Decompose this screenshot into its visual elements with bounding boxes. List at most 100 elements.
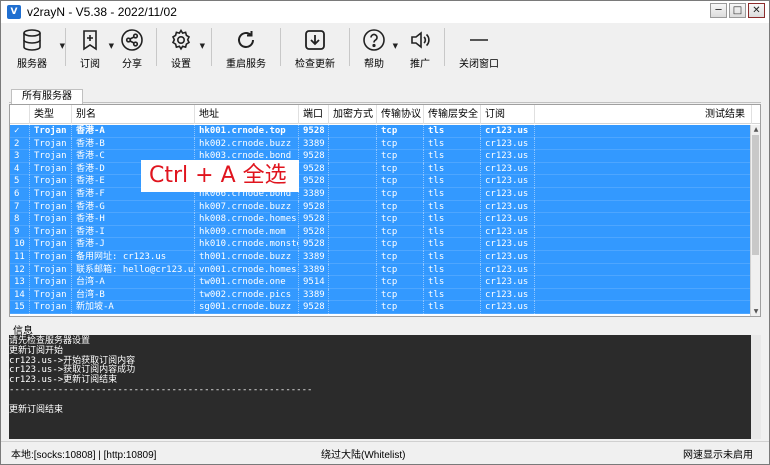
tab-all-servers[interactable]: 所有服务器 (11, 89, 83, 104)
scroll-down-icon[interactable]: ▼ (751, 307, 760, 316)
column-header-alias[interactable]: 别名 (72, 105, 195, 124)
column-header-encryption[interactable]: 加密方式 (329, 105, 377, 124)
log-scrollbar[interactable] (751, 335, 761, 439)
column-header-subscription[interactable]: 订阅 (481, 105, 535, 124)
cell-address: vn001.crnode.homes (195, 263, 299, 277)
table-row[interactable]: 14 Trojan 台湾-B tw002.crnode.pics 3389 tcp tls c… (10, 288, 752, 302)
cell-transport: tcp (377, 301, 424, 314)
download-box-icon (302, 27, 328, 53)
servers-label: 服务器 (17, 59, 47, 70)
cell-subscription: cr123.us (481, 162, 535, 176)
cell-test-result (535, 137, 752, 151)
cell-subscription: cr123.us (481, 238, 535, 251)
table-row[interactable]: 8 Trojan 香港-H hk008.crnode.homes 9528 tcp tls c… (10, 213, 752, 226)
cell-subscription: cr123.us (481, 301, 535, 314)
cell-tls: tls (424, 175, 481, 188)
cell-test-result (535, 263, 752, 277)
column-header-type[interactable]: 类型 (30, 105, 72, 124)
cell-check: 13 (10, 276, 30, 289)
minimize-button[interactable]: ─ (710, 3, 727, 18)
app-window: V v2rayN - V5.38 - 2022/11/02 ─ □ ✕ 服务器 … (0, 0, 770, 465)
cell-type: Trojan (30, 250, 72, 264)
cell-port: 9528 (299, 150, 329, 163)
cell-tls: tls (424, 150, 481, 163)
log-panel[interactable]: 请先检查服务器设置 更新订阅开始 cr123.us->开始获取订阅内容 cr123.u… (9, 335, 761, 439)
servers-button[interactable]: 服务器 ▼ (9, 24, 65, 70)
table-row[interactable]: 10 Trojan 香港-J hk010.crnode.monster 9528 tcp t… (10, 238, 752, 251)
chevron-down-icon[interactable]: ▼ (200, 42, 205, 50)
column-header-tls[interactable]: 传输层安全 (424, 105, 481, 124)
cell-test-result (535, 250, 752, 264)
cell-transport: tcp (377, 162, 424, 176)
table-row[interactable]: 11 Trojan 备用网址: cr123.us th001.crnode.buzz 3… (10, 250, 752, 264)
column-header-test-result[interactable]: 测试结果 (535, 105, 752, 124)
cell-transport: tcp (377, 276, 424, 289)
column-header-port[interactable]: 端口 (299, 105, 329, 124)
cell-type: Trojan (30, 225, 72, 239)
cell-subscription: cr123.us (481, 150, 535, 163)
cell-subscription: cr123.us (481, 125, 535, 138)
help-button[interactable]: 帮助 ▼ (360, 24, 398, 70)
cell-port: 9528 (299, 162, 329, 176)
cell-tls: tls (424, 187, 481, 201)
table-row[interactable]: ✓ Trojan 香港-A hk001.crnode.top 9528 tcp tls cr1… (10, 125, 752, 138)
cell-encryption (329, 250, 377, 264)
cell-type: Trojan (30, 125, 72, 138)
cell-check: 14 (10, 288, 30, 302)
cell-check: 7 (10, 200, 30, 214)
help-label: 帮助 (364, 59, 384, 70)
restart-service-button[interactable]: 重启服务 (222, 24, 270, 70)
table-row[interactable]: 13 Trojan 台湾-A tw001.crnode.one 9514 tcp tls cr… (10, 276, 752, 289)
cell-type: Trojan (30, 175, 72, 188)
cell-subscription: cr123.us (481, 213, 535, 226)
restart-service-label: 重启服务 (226, 59, 266, 70)
close-window-button[interactable]: 关闭窗口 (455, 24, 503, 70)
chevron-down-icon[interactable]: ▼ (393, 42, 398, 50)
title-bar[interactable]: V v2rayN - V5.38 - 2022/11/02 ─ □ ✕ (1, 1, 769, 23)
subscribe-button[interactable]: 订阅 ▼ (76, 24, 114, 70)
v2rayn-app-icon: V (7, 5, 21, 19)
table-row[interactable]: 2 Trojan 香港-B hk002.crnode.buzz 3389 tcp tls cr… (10, 137, 752, 151)
close-button[interactable]: ✕ (748, 3, 765, 18)
column-header-address[interactable]: 地址 (195, 105, 299, 124)
routing-status[interactable]: 绕过大陆(Whitelist) (321, 446, 405, 461)
minus-line-icon (466, 27, 492, 53)
cell-tls: tls (424, 250, 481, 264)
table-row[interactable]: 5 Trojan 香港-E 9528 tcp tls cr123.us (10, 175, 752, 188)
cell-type: Trojan (30, 200, 72, 214)
table-row[interactable]: 12 Trojan 联系邮箱: hello@cr123.us vn001.crnode… (10, 263, 752, 277)
maximize-button[interactable]: □ (729, 3, 746, 18)
table-row[interactable]: 3 Trojan 香港-C hk003.crnode.bond 9528 tcp tls cr… (10, 150, 752, 163)
cell-test-result (535, 162, 752, 176)
cell-type: Trojan (30, 162, 72, 176)
database-icon (19, 27, 45, 53)
promote-button[interactable]: 推广 (406, 24, 434, 70)
close-window-label: 关闭窗口 (459, 59, 499, 70)
cell-subscription: cr123.us (481, 250, 535, 264)
cell-alias: 台湾-A (72, 276, 195, 289)
column-header-transport[interactable]: 传输协议 (377, 105, 424, 124)
scrollbar-thumb[interactable] (752, 135, 759, 255)
table-scrollbar[interactable]: ▲ ▼ (750, 125, 760, 316)
table-row[interactable]: 9 Trojan 香港-I hk009.crnode.mom 9528 tcp tls cr1… (10, 225, 752, 239)
table-row[interactable]: 7 Trojan 香港-G hk007.crnode.buzz 9528 tcp tls cr… (10, 200, 752, 214)
cell-tls: tls (424, 125, 481, 138)
settings-button[interactable]: 设置 ▼ (167, 24, 205, 70)
chevron-down-icon[interactable]: ▼ (60, 42, 65, 50)
chevron-down-icon[interactable]: ▼ (109, 42, 114, 50)
table-row[interactable]: 4 Trojan 香港-D 9528 tcp tls cr123.us (10, 162, 752, 176)
cell-subscription: cr123.us (481, 200, 535, 214)
cell-subscription: cr123.us (481, 276, 535, 289)
scroll-up-icon[interactable]: ▲ (751, 125, 760, 135)
cell-address: hk010.crnode.monster (195, 238, 299, 251)
share-button[interactable]: 分享 (118, 24, 146, 70)
check-update-button[interactable]: 检查更新 (291, 24, 339, 70)
cell-test-result (535, 125, 752, 138)
column-header-check[interactable] (10, 105, 30, 124)
table-row[interactable]: 15 Trojan 新加坡-A sg001.crnode.buzz 9528 tcp tls… (10, 301, 752, 314)
server-table[interactable]: 类型 别名 地址 端口 加密方式 传输协议 传输层安全 订阅 测试结果 ✓ Trojan 香港-A h… (9, 104, 761, 317)
table-row[interactable]: 6 Trojan 香港-F hk006.crnode.bond 3389 tcp tls cr… (10, 187, 752, 201)
cell-address: sg001.crnode.buzz (195, 301, 299, 314)
cell-subscription: cr123.us (481, 175, 535, 188)
